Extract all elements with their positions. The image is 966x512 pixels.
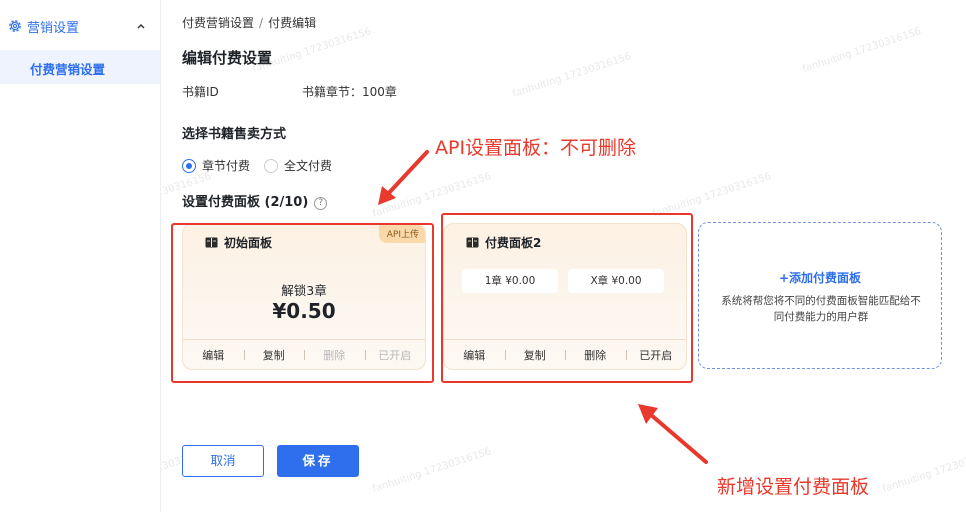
page-title: 编辑付费设置 xyxy=(182,49,273,67)
book-chapters-label: 书籍章节：100章 xyxy=(302,85,397,99)
sidebar-item-paid-marketing[interactable]: 付费营销设置 xyxy=(0,50,160,84)
radio-full-pay-label[interactable]: 全文付费 xyxy=(284,157,332,174)
radio-chapter-pay[interactable] xyxy=(182,158,196,173)
annotation-box-api-panel xyxy=(171,223,434,383)
cancel-button[interactable]: 取消 xyxy=(182,445,264,477)
help-icon[interactable]: ? xyxy=(314,197,328,210)
red-arrow-icon xyxy=(378,150,429,205)
radio-chapter-pay-label[interactable]: 章节付费 xyxy=(202,157,250,174)
book-id-label: 书籍ID xyxy=(182,85,219,99)
radio-full-pay[interactable] xyxy=(264,158,279,173)
panels-section-title: 设置付费面板 (2/10)? xyxy=(182,191,328,210)
add-panel-description: 系统将帮您将不同的付费面板智能匹配给不同付费能力的用户群 xyxy=(721,295,921,323)
sidebar-item-label: 付费营销设置 xyxy=(30,62,106,77)
watermark: fanhuiting 17230316156 xyxy=(371,446,493,495)
annotation-api-panel: API设置面板：不可删除 xyxy=(435,137,637,159)
gear-icon xyxy=(9,20,21,32)
red-arrow-icon xyxy=(638,404,708,464)
watermark: fanhuiting 17230316156 xyxy=(801,26,923,75)
breadcrumb-current: 付费编辑 xyxy=(268,16,317,30)
chevron-up-icon[interactable] xyxy=(136,21,146,31)
sale-mode-title: 选择书籍售卖方式 xyxy=(182,127,287,142)
annotation-add-panel: 新增设置付费面板 xyxy=(717,476,870,498)
breadcrumb-parent[interactable]: 付费营销设置 xyxy=(182,16,254,30)
panels-section-title-text: 设置付费面板 (2/10) xyxy=(182,195,309,210)
watermark: fanhuiting 17230316156 xyxy=(881,446,966,495)
sidebar: 营销设置 付费营销设置 xyxy=(0,0,161,512)
sale-mode-radio-group: 章节付费 全文付费 xyxy=(182,157,332,174)
annotation-box-paid-panel xyxy=(441,213,693,383)
add-panel-title[interactable]: +添加付费面板 xyxy=(699,269,941,286)
breadcrumb-separator: / xyxy=(259,16,264,30)
watermark: fanhuiting 17230316156 xyxy=(511,51,633,100)
add-panel-card[interactable]: +添加付费面板 系统将帮您将不同的付费面板智能匹配给不同付费能力的用户群 xyxy=(698,222,942,369)
sidebar-group-label: 营销设置 xyxy=(27,21,80,36)
sidebar-group-marketing[interactable]: 营销设置 xyxy=(0,12,160,40)
save-button[interactable]: 保存 xyxy=(277,445,359,477)
breadcrumb: 付费营销设置 / 付费编辑 xyxy=(182,14,316,31)
